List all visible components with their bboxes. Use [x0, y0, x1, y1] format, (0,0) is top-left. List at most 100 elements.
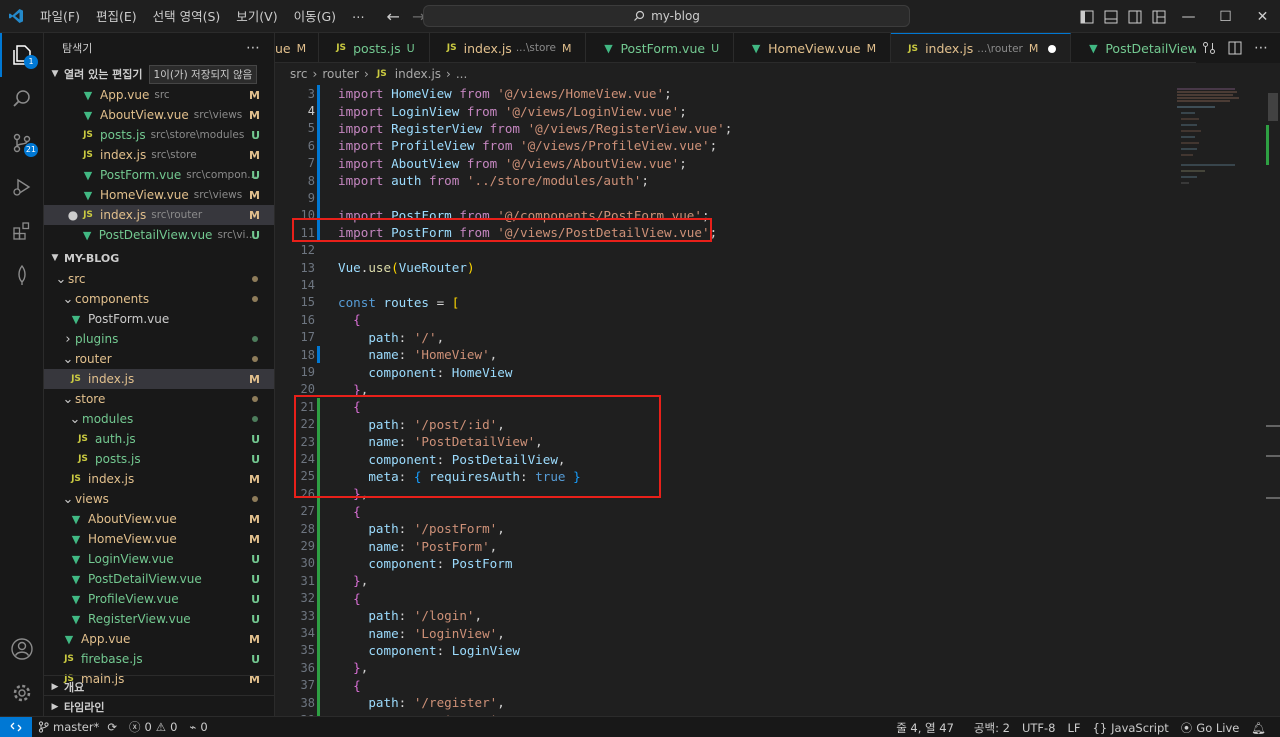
open-changes-icon[interactable] — [1202, 41, 1216, 55]
code-line[interactable]: 27 { — [275, 502, 1280, 520]
unsaved-dot-icon[interactable]: ● — [66, 208, 80, 222]
problems-indicator[interactable]: ⓧ 0 ⚠ 0 — [123, 719, 183, 735]
go-live-button[interactable]: ⦿ Go Live — [1175, 720, 1246, 736]
remote-indicator-icon[interactable] — [0, 716, 32, 737]
open-editor-item[interactable]: JS posts.js src\store\modules U — [44, 125, 274, 145]
tree-file[interactable]: JS firebase.js U — [44, 649, 274, 669]
close-window-icon[interactable]: ✕ — [1244, 9, 1280, 25]
editor-tab[interactable]: JS index.js ...\store M — [430, 33, 587, 62]
code-line[interactable]: 18 name: 'HomeView', — [275, 346, 1280, 364]
tree-file[interactable]: ▼ PostForm.vue — [44, 309, 274, 329]
breadcrumb-item[interactable]: src — [290, 67, 308, 81]
editor-tab[interactable]: JS index.js ...\router M — [891, 33, 1072, 62]
breadcrumb-item[interactable]: router — [322, 67, 359, 81]
code-line[interactable]: 34 name: 'LoginView', — [275, 624, 1280, 642]
back-arrow-icon[interactable]: ← — [387, 7, 400, 26]
menu-item[interactable]: ⋯ — [344, 0, 373, 33]
account-icon[interactable] — [0, 627, 44, 671]
tree-file[interactable]: ▼ HomeView.vue M — [44, 529, 274, 549]
extensions-icon[interactable] — [0, 209, 44, 253]
more-tab-actions-icon[interactable]: ⋯ — [1254, 40, 1268, 56]
tree-folder[interactable]: ⌄ views — [44, 489, 274, 509]
code-line[interactable]: 38 path: '/register', — [275, 694, 1280, 712]
tree-file[interactable]: ▼ AboutView.vue M — [44, 509, 274, 529]
open-editor-item[interactable]: ▼ AboutView.vue src\views M — [44, 105, 274, 125]
menu-item[interactable]: 파일(F) — [32, 0, 88, 33]
tree-folder[interactable]: ⌄ src — [44, 269, 274, 289]
language-mode[interactable]: {} JavaScript — [1087, 721, 1175, 735]
code-line[interactable]: 19 component: HomeView — [275, 363, 1280, 380]
menu-item[interactable]: 선택 영역(S) — [145, 0, 229, 33]
tree-folder[interactable]: › plugins — [44, 329, 274, 349]
run-debug-icon[interactable] — [0, 165, 44, 209]
notifications-bell-icon[interactable]: 🔔︎ — [1245, 721, 1272, 735]
command-center-search[interactable]: my-blog — [423, 5, 910, 27]
code-line[interactable]: 4 import LoginView from '@/views/LoginVie… — [275, 102, 1280, 120]
tree-file[interactable]: JS index.js M — [44, 469, 274, 489]
open-editor-item[interactable]: ▼ PostDetailView.vue src\vie... U — [44, 225, 274, 245]
sync-icon[interactable]: ⟳ — [107, 720, 117, 734]
open-editor-item[interactable]: ▼ App.vue src M — [44, 85, 274, 105]
toggle-primary-sidebar-icon[interactable] — [1080, 10, 1094, 24]
unsaved-dot-icon[interactable] — [1048, 44, 1057, 53]
tree-file[interactable]: ▼ RegisterView.vue U — [44, 609, 274, 629]
code-line[interactable]: 15 const routes = [ — [275, 294, 1280, 311]
minimize-icon[interactable]: — — [1170, 9, 1207, 25]
tree-folder[interactable]: ⌄ router — [44, 349, 274, 369]
menu-item[interactable]: 이동(G) — [286, 0, 344, 33]
editor-tab[interactable]: JS posts.js U — [319, 33, 430, 62]
open-editor-item[interactable]: ● JS index.js src\router M — [44, 205, 274, 225]
code-line[interactable]: 3 import HomeView from '@/views/HomeView.… — [275, 85, 1280, 103]
mongodb-leaf-icon[interactable] — [0, 253, 44, 297]
timeline-section[interactable]: ▶ 타임라인 — [44, 695, 274, 716]
breadcrumb-item[interactable]: ... — [456, 67, 467, 81]
tree-file[interactable]: JS index.js M — [44, 369, 274, 389]
editor-tab[interactable]: ▼ HomeView.vue M — [734, 33, 892, 62]
code-line[interactable]: 37 { — [275, 676, 1280, 694]
code-line[interactable]: 33 path: '/login', — [275, 607, 1280, 625]
explorer-icon[interactable]: 1 — [0, 33, 44, 77]
code-line[interactable]: 16 { — [275, 311, 1280, 328]
tree-file[interactable]: ▼ App.vue M — [44, 629, 274, 649]
ports-indicator[interactable]: ⌁ 0 — [183, 720, 213, 734]
toggle-secondary-sidebar-icon[interactable] — [1128, 10, 1142, 24]
menu-item[interactable]: 보기(V) — [228, 0, 285, 33]
tree-file[interactable]: ▼ ProfileView.vue U — [44, 589, 274, 609]
more-actions-icon[interactable]: ⋯ — [246, 40, 260, 56]
code-line[interactable]: 5 import RegisterView from '@/views/Regis… — [275, 119, 1280, 138]
code-line[interactable]: 9 — [275, 189, 1280, 207]
cursor-position[interactable]: 줄 4, 열 47 — [890, 720, 960, 736]
indentation[interactable]: 공백: 2 — [968, 720, 1016, 736]
tree-file[interactable]: ▼ LoginView.vue U — [44, 549, 274, 569]
code-line[interactable]: 35 component: LoginView — [275, 641, 1280, 660]
source-control-icon[interactable]: 21 — [0, 121, 44, 165]
branch-indicator[interactable]: master* ⟳ — [32, 720, 123, 734]
code-line[interactable]: 13 Vue.use(VueRouter) — [275, 259, 1280, 276]
tree-folder[interactable]: ⌄ store — [44, 389, 274, 409]
toggle-panel-icon[interactable] — [1104, 10, 1118, 24]
code-line[interactable]: 29 name: 'PostForm', — [275, 537, 1280, 555]
editor-scrollbar[interactable] — [1266, 85, 1280, 716]
open-editor-item[interactable]: ▼ HomeView.vue src\views M — [44, 185, 274, 205]
code-line[interactable]: 17 path: '/', — [275, 329, 1280, 346]
end-of-line[interactable]: LF — [1061, 721, 1086, 735]
maximize-icon[interactable]: ☐ — [1207, 9, 1244, 25]
code-line[interactable]: 7 import AboutView from '@/views/AboutVie… — [275, 154, 1280, 172]
encoding[interactable]: UTF-8 — [1016, 721, 1062, 735]
open-editor-item[interactable]: JS index.js src\store M — [44, 145, 274, 165]
code-line[interactable]: 30 component: PostForm — [275, 554, 1280, 573]
search-view-icon[interactable] — [0, 77, 44, 121]
outline-section[interactable]: ▶ 개요 — [44, 675, 274, 697]
code-line[interactable]: 31 }, — [275, 572, 1280, 590]
open-editors-header[interactable]: ▼ 열려 있는 편집기 1이(가) 저장되지 않음 — [44, 63, 274, 85]
editor-tab[interactable]: ▼ PostForm.vue U — [586, 33, 735, 62]
code-line[interactable]: 14 — [275, 276, 1280, 293]
menu-item[interactable]: 편집(E) — [88, 0, 145, 33]
code-line[interactable]: 28 path: '/postForm', — [275, 520, 1280, 538]
minimap[interactable] — [1175, 85, 1265, 195]
customize-layout-icon[interactable] — [1152, 10, 1166, 24]
code-line[interactable]: 6 import ProfileView from '@/views/Profil… — [275, 137, 1280, 155]
open-editor-item[interactable]: ▼ PostForm.vue src\compon... U — [44, 165, 274, 185]
code-line[interactable]: 36 }, — [275, 659, 1280, 677]
tree-folder[interactable]: ⌄ components — [44, 289, 274, 309]
